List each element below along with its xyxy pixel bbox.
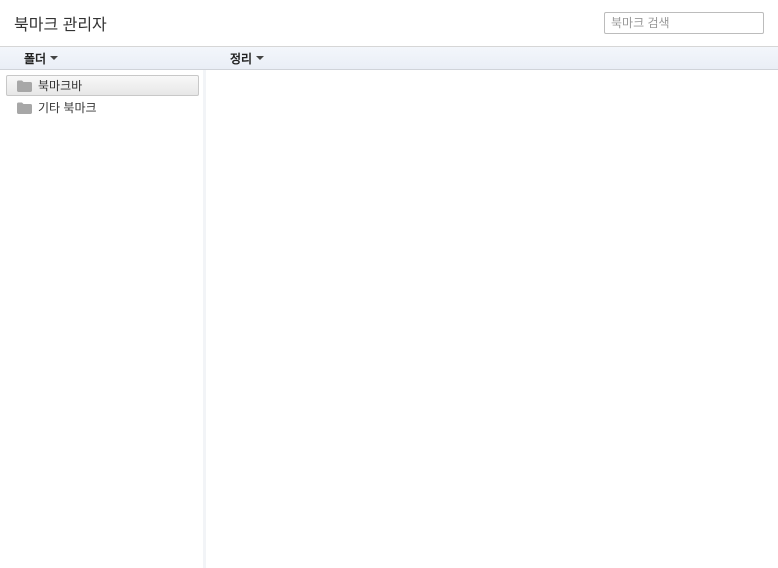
folder-menu-button[interactable]: 폴더	[0, 47, 206, 69]
folder-menu-label: 폴더	[24, 50, 46, 67]
content-area	[203, 70, 778, 568]
sidebar: 북마크바 기타 북마크	[0, 70, 206, 568]
folder-icon	[17, 102, 32, 114]
folder-icon	[17, 80, 32, 92]
page-title: 북마크 관리자	[14, 11, 107, 35]
search-input[interactable]	[604, 12, 764, 34]
main-panel: 북마크바 기타 북마크	[0, 70, 778, 568]
folder-item-bookmarks-bar[interactable]: 북마크바	[6, 75, 199, 96]
folder-item-other-bookmarks[interactable]: 기타 북마크	[6, 97, 199, 118]
organize-menu-button[interactable]: 정리	[206, 47, 288, 69]
organize-menu-label: 정리	[230, 50, 252, 67]
chevron-down-icon	[256, 56, 264, 61]
header-bar: 북마크 관리자	[0, 0, 778, 47]
folder-label: 기타 북마크	[38, 99, 97, 116]
chevron-down-icon	[50, 56, 58, 61]
folder-label: 북마크바	[38, 77, 82, 94]
toolbar: 폴더 정리	[0, 47, 778, 70]
